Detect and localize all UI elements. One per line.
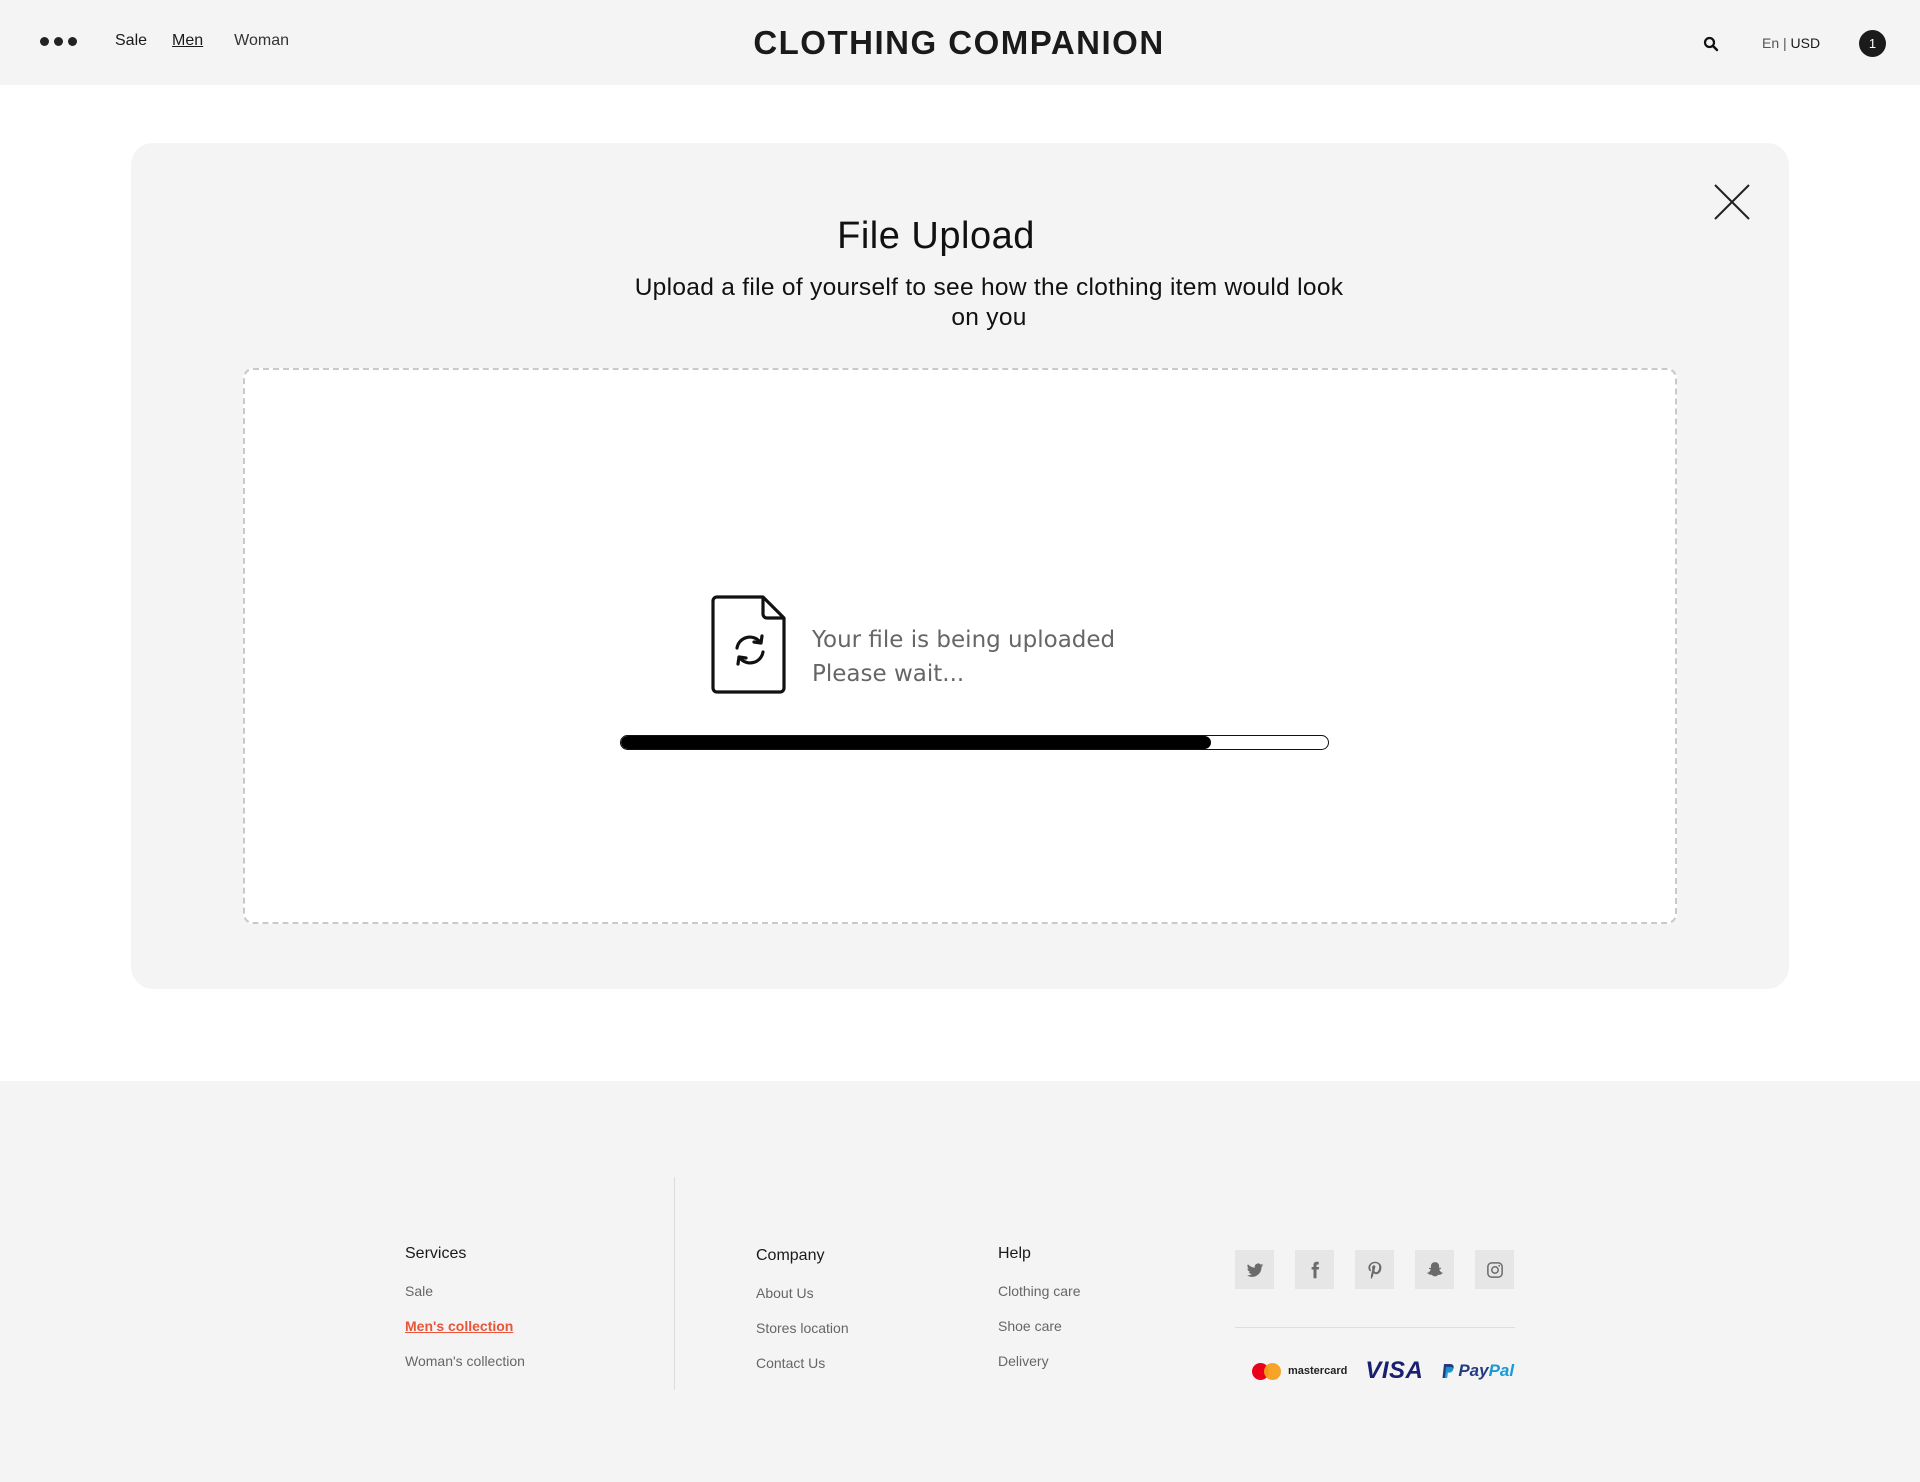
search-icon[interactable]	[1703, 36, 1719, 52]
footer-link-clothing-care[interactable]: Clothing care	[998, 1283, 1081, 1299]
site-header: Sale Men Woman CLOTHING COMPANION En | U…	[0, 0, 1920, 85]
social-links	[1235, 1250, 1514, 1289]
upload-status-line2: Please wait...	[812, 661, 965, 687]
paypal-logo: PayPal	[1441, 1361, 1514, 1381]
footer-link-stores-location[interactable]: Stores location	[756, 1320, 849, 1336]
upload-status-line1: Your file is being uploaded	[812, 627, 1116, 653]
footer-services-heading: Services	[405, 1245, 467, 1262]
file-upload-modal: File Upload Upload a file of yourself to…	[131, 143, 1789, 989]
footer-link-sale[interactable]: Sale	[405, 1283, 525, 1299]
footer-link-womans-collection[interactable]: Woman's collection	[405, 1353, 525, 1369]
language-label: En	[1762, 35, 1780, 51]
language-currency-selector[interactable]: En | USD	[1762, 35, 1820, 51]
payment-methods: mastercard VISA PayPal	[1252, 1357, 1514, 1385]
pinterest-icon[interactable]	[1355, 1250, 1394, 1289]
modal-title: File Upload	[837, 215, 1035, 257]
footer-link-shoe-care[interactable]: Shoe care	[998, 1318, 1081, 1334]
mastercard-logo: mastercard	[1252, 1362, 1347, 1380]
upload-progress-bar	[620, 735, 1329, 750]
footer-link-contact-us[interactable]: Contact Us	[756, 1355, 849, 1371]
twitter-icon[interactable]	[1235, 1250, 1274, 1289]
footer-services: Services Sale Men's collection Woman's c…	[405, 1245, 525, 1388]
instagram-icon[interactable]	[1475, 1250, 1514, 1289]
footer-help-heading: Help	[998, 1245, 1031, 1262]
snapchat-icon[interactable]	[1415, 1250, 1454, 1289]
file-sync-icon	[711, 595, 786, 694]
footer-divider	[674, 1177, 675, 1390]
footer-rule	[1235, 1327, 1515, 1328]
footer-link-delivery[interactable]: Delivery	[998, 1353, 1081, 1369]
footer-company-heading: Company	[756, 1247, 825, 1264]
currency-label: USD	[1790, 35, 1821, 51]
footer-link-mens-collection[interactable]: Men's collection	[405, 1318, 525, 1334]
brand-logo[interactable]: CLOTHING COMPANION	[0, 24, 1920, 62]
cart-badge[interactable]: 1	[1859, 30, 1886, 57]
facebook-icon[interactable]	[1295, 1250, 1334, 1289]
modal-subtitle: Upload a file of yourself to see how the…	[634, 274, 1344, 331]
paypal-icon	[1442, 1363, 1455, 1378]
site-footer: Services Sale Men's collection Woman's c…	[0, 1081, 1920, 1482]
upload-dropzone[interactable]: Your file is being uploaded Please wait.…	[243, 368, 1677, 924]
footer-help: Help Clothing care Shoe care Delivery	[998, 1245, 1081, 1388]
upload-progress-fill	[621, 736, 1212, 749]
footer-link-about-us[interactable]: About Us	[756, 1285, 849, 1301]
upload-status: Your file is being uploaded Please wait.…	[812, 623, 1115, 691]
visa-logo: VISA	[1365, 1357, 1424, 1384]
footer-company: Company About Us Stores location Contact…	[756, 1247, 849, 1390]
